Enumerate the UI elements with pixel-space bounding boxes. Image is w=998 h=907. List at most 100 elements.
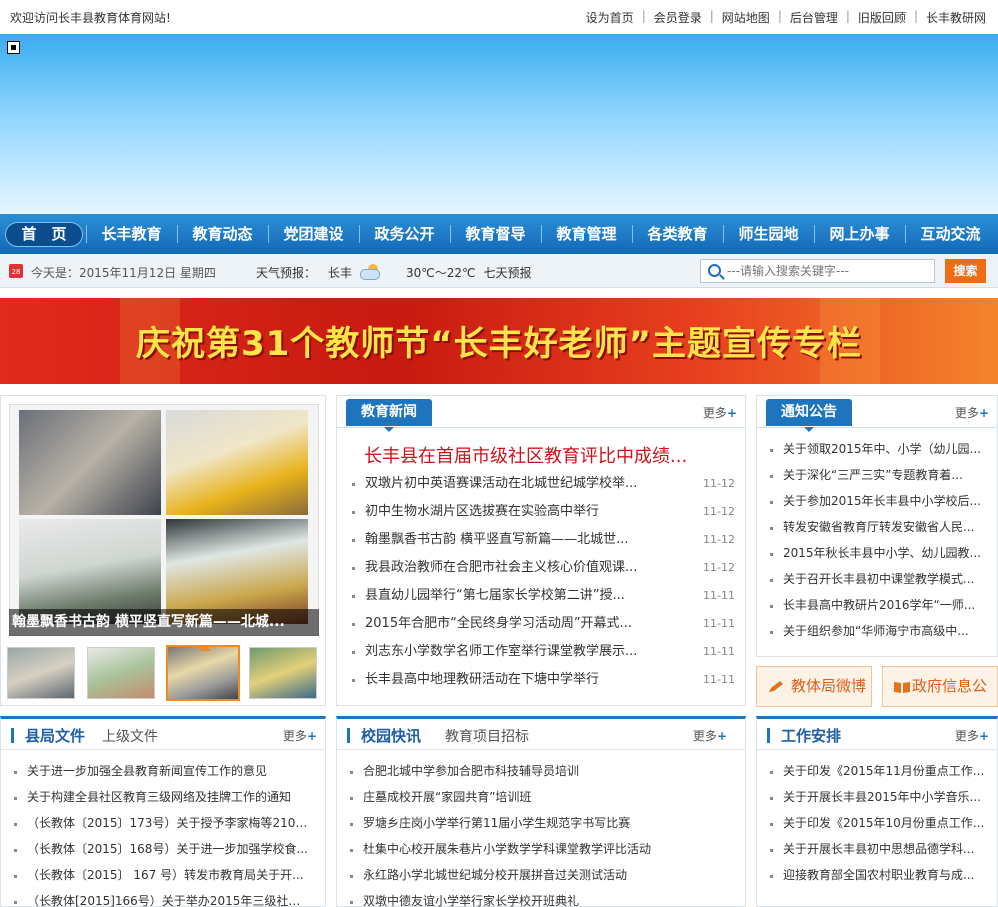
tab-superior-docs[interactable]: 上级文件	[102, 726, 158, 746]
doc-item[interactable]: （长教体〔2015〕168号）关于进一步加强学校食...	[11, 836, 311, 862]
work-item[interactable]: 关于开展长丰县2015年中小学音乐...	[767, 784, 987, 810]
doc-item[interactable]: 关于构建全县社区教育三级网络及挂牌工作的通知	[11, 784, 311, 810]
nav-item-party[interactable]: 党团建设	[268, 214, 359, 254]
campus-item[interactable]: 永红路小学北城世纪城分校开展拼音过关测试活动	[347, 862, 727, 888]
slider-thumb[interactable]	[87, 647, 155, 699]
notice-item[interactable]: 转发安徽省教育厅转发安徽省人民...	[767, 514, 985, 540]
flash-placeholder-icon	[7, 41, 20, 54]
notice-list: 关于领取2015年中、小学（幼儿园... 关于深化“三严三实”专题教育着... …	[767, 436, 985, 644]
separator: |	[641, 9, 646, 23]
slider-thumb-active[interactable]	[166, 645, 240, 701]
county-docs-header: 县局文件 上级文件 更多+	[1, 719, 325, 750]
nav-home[interactable]: 首 页	[5, 222, 83, 247]
seven-day-forecast-link[interactable]: 七天预报	[484, 264, 532, 281]
news-item[interactable]: 县直幼儿园举行“第七届家长学校第二讲”授... 11-11	[349, 582, 735, 610]
tab-campus-news[interactable]: 校园快讯	[361, 725, 421, 746]
notice-item[interactable]: 关于组织参加“华师海宁市高级中...	[767, 618, 985, 644]
photo-students-writing	[166, 410, 308, 515]
campus-item[interactable]: 杜集中心校开展朱巷片小学数学学科课堂教学评比活动	[347, 836, 727, 862]
tab-notices[interactable]: 通知公告	[766, 399, 852, 432]
old-version-link[interactable]: 旧版回顾	[858, 9, 906, 26]
nav-item-management[interactable]: 教育管理	[541, 214, 632, 254]
doc-item[interactable]: （长教体〔2015〕173号）关于授予李家梅等210人...	[11, 810, 311, 836]
nav-item-categories[interactable]: 各类教育	[632, 214, 723, 254]
weibo-button[interactable]: 教体局微博	[756, 666, 872, 707]
tab-education-news[interactable]: 教育新闻	[346, 399, 432, 432]
promo-text: 庆祝第31个教师节“长丰好老师”主题宣传专栏	[135, 324, 862, 364]
teachers-day-promo-banner[interactable]: 庆祝第31个教师节“长丰好老师”主题宣传专栏	[0, 298, 998, 384]
nav-item-interaction[interactable]: 互动交流	[905, 214, 996, 254]
more-label: 更多	[282, 729, 307, 743]
campus-news-panel: 校园快讯 教育项目招标 更多+ 合肥北城中学参加合肥市科技辅导员培训 庄墓成校开…	[336, 716, 746, 907]
news-item[interactable]: 初中生物水湖片区选拔赛在实验高中举行 11-12	[349, 498, 735, 526]
doc-item[interactable]: 关于进一步加强全县教育新闻宣传工作的意见	[11, 758, 311, 784]
notice-item[interactable]: 长丰县高中教研片2016学年“一师...	[767, 592, 985, 618]
campus-item[interactable]: 双墩中德友谊小学举行家长学校开班典礼	[347, 888, 727, 907]
campus-item[interactable]: 罗塘乡庄岗小学举行第11届小学生规范字书写比赛	[347, 810, 727, 836]
work-item[interactable]: 关于印发《2015年11月份重点工作...	[767, 758, 987, 784]
nav-item-supervision[interactable]: 教育督导	[450, 214, 541, 254]
more-label: 更多	[954, 406, 979, 420]
weather-temp: 30℃～22℃	[406, 266, 476, 280]
doc-item[interactable]: （长教体〔2015〕 167 号）转发市教育局关于开...	[11, 862, 311, 888]
nav-item-garden[interactable]: 师生园地	[723, 214, 814, 254]
notice-item[interactable]: 关于领取2015年中、小学（幼儿园...	[767, 436, 985, 462]
notice-more-link[interactable]: 更多+	[955, 404, 989, 421]
tab-project-bidding[interactable]: 教育项目招标	[445, 726, 529, 746]
nav-item-gov-affairs[interactable]: 政务公开	[359, 214, 450, 254]
slider-photo[interactable]	[9, 404, 319, 636]
work-more-link[interactable]: 更多+	[955, 727, 989, 744]
news-list: 双墩片初中英语赛课活动在北城世纪城学校举... 11-12 初中生物水湖片区选拔赛…	[349, 470, 735, 694]
news-headline[interactable]: 长丰县在首届市级社区教育评比中成绩...	[364, 442, 687, 468]
doc-item[interactable]: （长教体[2015]166号）关于举办2015年三级社会...	[11, 888, 311, 907]
set-homepage-link[interactable]: 设为首页	[586, 9, 634, 26]
nav-item-online-service[interactable]: 网上办事	[814, 214, 905, 254]
news-item[interactable]: 翰墨飘香书古韵 横平竖直写新篇——北城世... 11-12	[349, 526, 735, 554]
admin-link[interactable]: 后台管理	[790, 9, 838, 26]
news-date: 11-12	[703, 477, 735, 490]
news-title: 我县政治教师在合肥市社会主义核心价值观课...	[365, 560, 638, 575]
work-schedule-header: 工作安排 更多+	[757, 719, 997, 750]
news-date: 11-11	[703, 589, 735, 602]
news-title: 县直幼儿园举行“第七届家长学校第二讲”授...	[365, 588, 625, 603]
work-item[interactable]: 关于印发《2015年10月份重点工作...	[767, 810, 987, 836]
news-more-link[interactable]: 更多+	[703, 404, 737, 421]
notice-item[interactable]: 关于参加2015年长丰县中小学校后...	[767, 488, 985, 514]
weather: 天气预报： 长丰 30℃～22℃ 七天预报	[256, 264, 532, 281]
news-item[interactable]: 我县政治教师在合肥市社会主义核心价值观课... 11-12	[349, 554, 735, 582]
nav-item-edu-news[interactable]: 教育动态	[177, 214, 268, 254]
work-item[interactable]: 关于开展长丰县初中思想品德学科...	[767, 836, 987, 862]
news-item[interactable]: 刘志东小学数学名师工作室举行课堂教学展示... 11-11	[349, 638, 735, 666]
news-item[interactable]: 2015年合肥市“全民终身学习活动周”开幕式... 11-11	[349, 610, 735, 638]
tab-work-schedule[interactable]: 工作安排	[781, 725, 841, 746]
top-links: 设为首页 | 会员登录 | 网站地图 | 后台管理 | 旧版回顾 | 长丰教研网	[586, 9, 986, 26]
education-news-panel: 教育新闻 更多+ 长丰县在首届市级社区教育评比中成绩... 双墩片初中英语赛课活…	[336, 395, 746, 706]
tab-county-docs[interactable]: 县局文件	[25, 725, 85, 746]
county-docs-more-link[interactable]: 更多+	[283, 727, 317, 744]
research-site-link[interactable]: 长丰教研网	[926, 9, 986, 26]
weather-city: 长丰	[328, 266, 353, 280]
campus-more-link[interactable]: 更多+	[693, 727, 727, 744]
news-item[interactable]: 双墩片初中英语赛课活动在北城世纪城学校举... 11-12	[349, 470, 735, 498]
notice-item[interactable]: 关于召开长丰县初中课堂教学模式...	[767, 566, 985, 592]
search-button[interactable]: 搜索	[945, 259, 986, 283]
slider-caption[interactable]: 翰墨飘香书古韵 横平竖直写新篇——北城...	[9, 609, 319, 636]
slider-thumb[interactable]	[7, 647, 75, 699]
nav-item-changfeng-edu[interactable]: 长丰教育	[86, 214, 177, 254]
campus-item[interactable]: 合肥北城中学参加合肥市科技辅导员培训	[347, 758, 727, 784]
book-icon	[894, 682, 910, 693]
news-title: 双墩片初中英语赛课活动在北城世纪城学校举...	[365, 476, 638, 491]
notice-item[interactable]: 关于深化“三严三实”专题教育着...	[767, 462, 985, 488]
campus-item[interactable]: 庄墓成校开展“家园共育”培训班	[347, 784, 727, 810]
work-item[interactable]: 迎接教育部全国农村职业教育与成...	[767, 862, 987, 888]
photo-calligraphy-teacher	[19, 410, 161, 515]
sitemap-link[interactable]: 网站地图	[722, 9, 770, 26]
search-box	[700, 259, 935, 283]
slider-thumb[interactable]	[249, 647, 317, 699]
member-login-link[interactable]: 会员登录	[654, 9, 702, 26]
news-item[interactable]: 长丰县高中地理教研活动在下塘中学举行 11-11	[349, 666, 735, 694]
search-input[interactable]	[727, 263, 927, 279]
notice-item[interactable]: 2015年秋长丰县中小学、幼儿园教...	[767, 540, 985, 566]
county-docs-panel: 县局文件 上级文件 更多+ 关于进一步加强全县教育新闻宣传工作的意见 关于构建全…	[0, 716, 326, 907]
gov-info-button[interactable]: 政府信息公开	[882, 666, 998, 734]
